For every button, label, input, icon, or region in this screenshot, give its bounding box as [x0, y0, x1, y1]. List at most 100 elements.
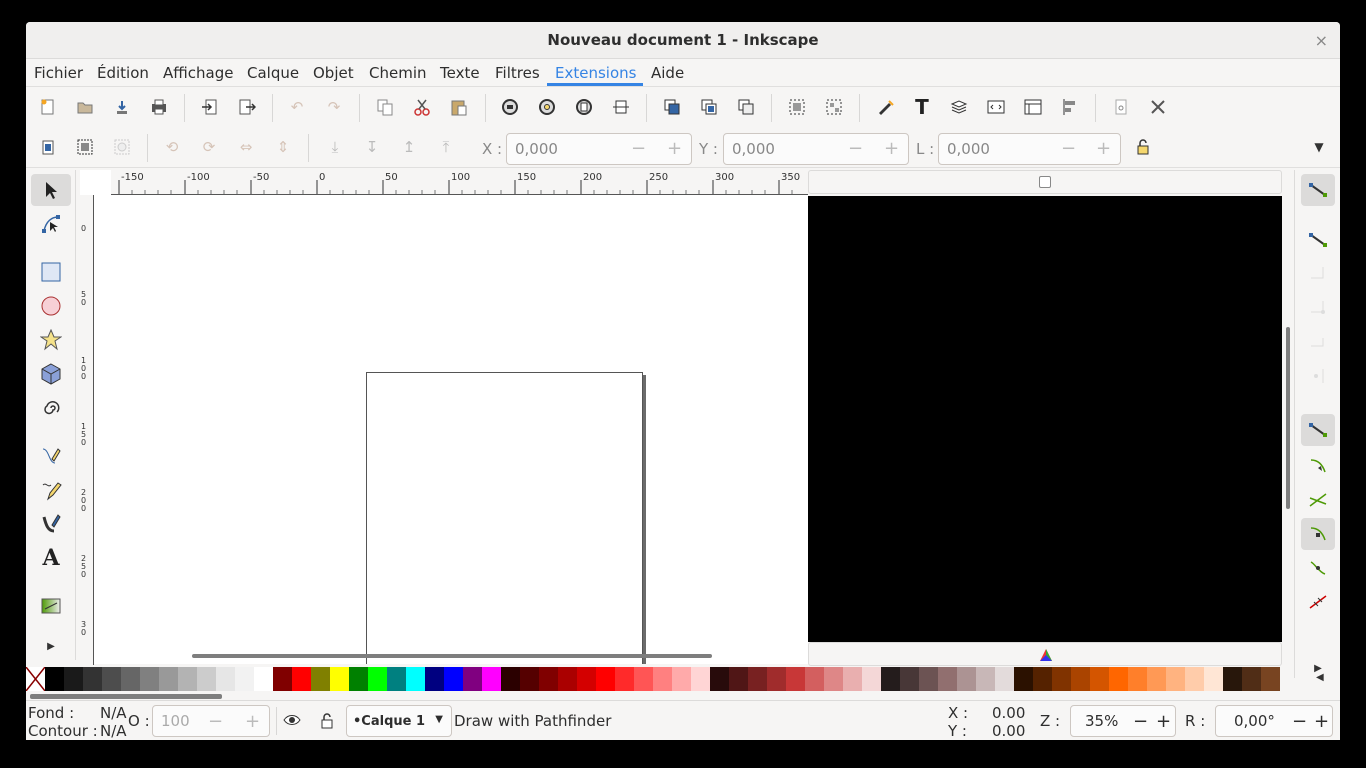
l-field[interactable]: 0,000 − +	[938, 133, 1121, 165]
color-palette[interactable]	[45, 667, 1323, 691]
color-swatch[interactable]	[596, 667, 615, 691]
stroke-value[interactable]: N/A	[100, 722, 127, 740]
snap-cusp-nodes-icon[interactable]	[1301, 518, 1335, 550]
node-tool-icon[interactable]	[31, 208, 71, 240]
color-swatch[interactable]	[1014, 667, 1033, 691]
color-swatch[interactable]	[1090, 667, 1109, 691]
rotate-cw-icon[interactable]: ⟳	[198, 136, 220, 158]
color-swatch[interactable]	[957, 667, 976, 691]
color-swatch[interactable]	[121, 667, 140, 691]
zoom-in-button[interactable]: +	[1156, 711, 1171, 732]
color-swatch[interactable]	[387, 667, 406, 691]
color-swatch[interactable]	[1033, 667, 1052, 691]
menu-extensions[interactable]: Extensions	[555, 64, 636, 82]
export-icon[interactable]	[236, 96, 258, 118]
color-swatch[interactable]	[444, 667, 463, 691]
color-swatch[interactable]	[558, 667, 577, 691]
color-swatch[interactable]	[786, 667, 805, 691]
print-preview-icon[interactable]	[1110, 96, 1132, 118]
opacity-decrement-button[interactable]: −	[208, 711, 223, 732]
rotate-ccw-icon[interactable]: ⟲	[161, 136, 183, 158]
no-color-swatch[interactable]	[26, 666, 46, 692]
close-icon[interactable]: ×	[1315, 22, 1328, 59]
fill-value[interactable]: N/A	[100, 704, 127, 722]
snap-midpoints-icon[interactable]	[1301, 586, 1335, 618]
color-swatch[interactable]	[577, 667, 596, 691]
color-swatch[interactable]	[995, 667, 1014, 691]
raise-icon[interactable]: ↥	[398, 136, 420, 158]
color-swatch[interactable]	[406, 667, 425, 691]
horizontal-scrollbar[interactable]	[192, 654, 712, 658]
snap-bbox-corners-icon[interactable]	[1301, 292, 1335, 324]
dock-handle-icon[interactable]	[1039, 176, 1051, 188]
palette-scrollbar[interactable]	[30, 694, 222, 699]
snap-bbox-centers-icon[interactable]	[1301, 360, 1335, 392]
menu-filtres[interactable]: Filtres	[495, 64, 540, 82]
color-swatch[interactable]	[881, 667, 900, 691]
open-icon[interactable]	[74, 96, 96, 118]
snap-toggle-icon[interactable]	[1301, 174, 1335, 206]
color-swatch[interactable]	[938, 667, 957, 691]
color-swatch[interactable]	[1204, 667, 1223, 691]
snap-smooth-nodes-icon[interactable]	[1301, 552, 1335, 584]
calligraphy-tool-icon[interactable]	[31, 508, 71, 540]
color-swatch[interactable]	[311, 667, 330, 691]
color-swatch[interactable]	[482, 667, 501, 691]
menu-texte[interactable]: Texte	[440, 64, 480, 82]
menu-affichage[interactable]: Affichage	[163, 64, 233, 82]
snap-bbox-icon[interactable]	[1301, 224, 1335, 256]
lower-to-bottom-icon[interactable]: ⤓	[324, 136, 346, 158]
color-swatch[interactable]	[235, 667, 254, 691]
color-swatch[interactable]	[292, 667, 311, 691]
zoom-page-width-icon[interactable]	[610, 96, 632, 118]
rotation-field[interactable]: 0,00° − +	[1215, 705, 1333, 737]
color-swatch[interactable]	[539, 667, 558, 691]
color-swatch[interactable]	[615, 667, 634, 691]
color-swatch[interactable]	[349, 667, 368, 691]
cut-icon[interactable]	[411, 96, 433, 118]
color-swatch[interactable]	[1185, 667, 1204, 691]
star-tool-icon[interactable]	[31, 324, 71, 356]
text-tool-icon[interactable]: A	[31, 542, 71, 574]
zoom-page-icon[interactable]	[573, 96, 595, 118]
layer-lock-icon[interactable]	[320, 712, 334, 734]
color-swatch[interactable]	[425, 667, 444, 691]
save-icon[interactable]	[111, 96, 133, 118]
duplicate-icon[interactable]	[661, 96, 683, 118]
text-font-icon[interactable]: T	[911, 95, 933, 119]
new-document-icon[interactable]	[37, 96, 59, 118]
x-field[interactable]: 0,000 − +	[506, 133, 692, 165]
preferences-icon[interactable]	[1147, 96, 1169, 118]
y-decrement-button[interactable]: −	[848, 138, 863, 159]
lock-ratio-icon[interactable]	[1132, 136, 1154, 158]
group-icon[interactable]	[786, 96, 808, 118]
layers-icon[interactable]	[948, 96, 970, 118]
snap-bbox-midpoints-icon[interactable]	[1301, 326, 1335, 358]
menu-aide[interactable]: Aide	[651, 64, 684, 82]
color-swatch[interactable]	[1223, 667, 1242, 691]
menu-calque[interactable]: Calque	[247, 64, 299, 82]
align-distribute-icon[interactable]	[1059, 96, 1081, 118]
color-swatch[interactable]	[919, 667, 938, 691]
document-properties-icon[interactable]	[1022, 96, 1044, 118]
x-increment-button[interactable]: +	[667, 138, 682, 159]
color-swatch[interactable]	[1128, 667, 1147, 691]
color-swatch[interactable]	[710, 667, 729, 691]
palette-menu-icon[interactable]: ◀	[1316, 672, 1324, 683]
gradient-tool-icon[interactable]	[31, 590, 71, 622]
l-decrement-button[interactable]: −	[1061, 138, 1076, 159]
xml-editor-icon[interactable]	[985, 96, 1007, 118]
snap-paths-icon[interactable]	[1301, 450, 1335, 482]
fill-stroke-icon[interactable]	[874, 96, 896, 118]
rotate-left-button[interactable]: −	[1292, 711, 1307, 732]
color-swatch[interactable]	[976, 667, 995, 691]
color-swatch[interactable]	[45, 667, 64, 691]
zoom-field[interactable]: 35% − +	[1070, 705, 1176, 737]
color-swatch[interactable]	[767, 667, 786, 691]
toolbox-more-icon[interactable]: ▶	[31, 630, 71, 662]
ungroup-icon[interactable]	[823, 96, 845, 118]
color-swatch[interactable]	[1052, 667, 1071, 691]
print-icon[interactable]	[148, 96, 170, 118]
toolbar-overflow-icon[interactable]: ▼	[1308, 136, 1330, 158]
snap-nodes-icon[interactable]	[1301, 414, 1335, 446]
